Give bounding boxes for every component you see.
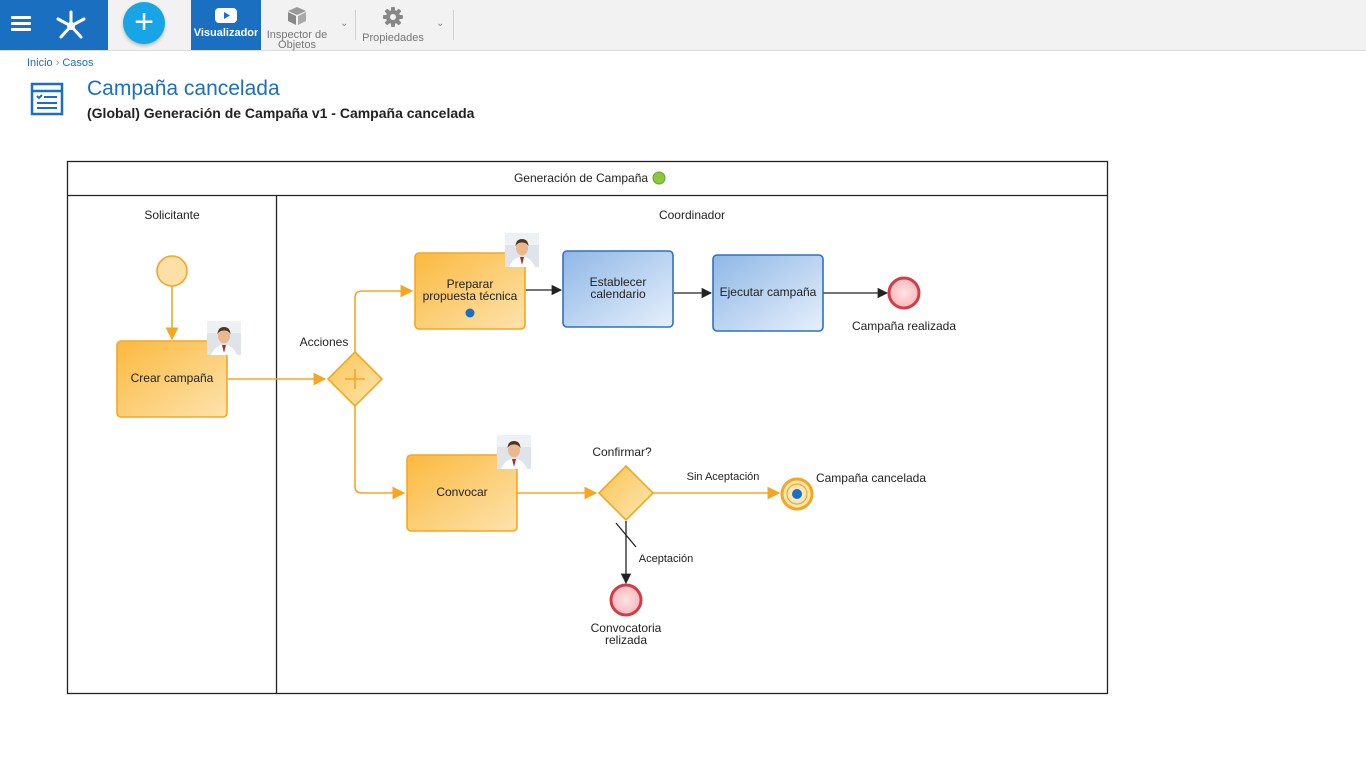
end-event-convocatoria[interactable] bbox=[609, 583, 643, 617]
gateway-confirmar-label: Confirmar? bbox=[592, 445, 652, 459]
reached-token-icon bbox=[792, 489, 802, 499]
flow-sin-aceptacion-label: Sin Aceptación bbox=[687, 471, 760, 483]
current-activity-token-icon bbox=[465, 308, 475, 318]
pool-title: Generación de Campaña bbox=[514, 171, 648, 185]
task-establecer-label-2: calendario bbox=[590, 287, 646, 301]
process-diagram: Generación de Campaña Solicitante Coordi… bbox=[66, 160, 1109, 695]
end-event-realizada[interactable] bbox=[887, 276, 921, 310]
flow-aceptacion-label: Aceptación bbox=[639, 553, 693, 565]
user-avatar bbox=[207, 321, 241, 355]
gateway-acciones-label: Acciones bbox=[300, 335, 349, 349]
task-preparar-label-2: propuesta técnica bbox=[423, 289, 518, 303]
end-event-cancelada-label: Campaña cancelada bbox=[816, 471, 926, 485]
end-event-convocatoria-label-2: relizada bbox=[605, 633, 647, 647]
pool bbox=[66, 160, 1109, 695]
end-event-realizada-label: Campaña realizada bbox=[852, 319, 956, 333]
lane-label-solicitante: Solicitante bbox=[144, 208, 200, 222]
user-avatar bbox=[505, 233, 539, 267]
lane-label-coordinador: Coordinador bbox=[659, 208, 725, 222]
user-avatar bbox=[497, 435, 531, 469]
task-crear-label: Crear campaña bbox=[131, 371, 214, 385]
status-indicator-icon bbox=[652, 171, 666, 185]
task-convocar-label: Convocar bbox=[436, 485, 487, 499]
task-ejecutar-label: Ejecutar campaña bbox=[720, 285, 817, 299]
start-event[interactable] bbox=[156, 255, 188, 287]
